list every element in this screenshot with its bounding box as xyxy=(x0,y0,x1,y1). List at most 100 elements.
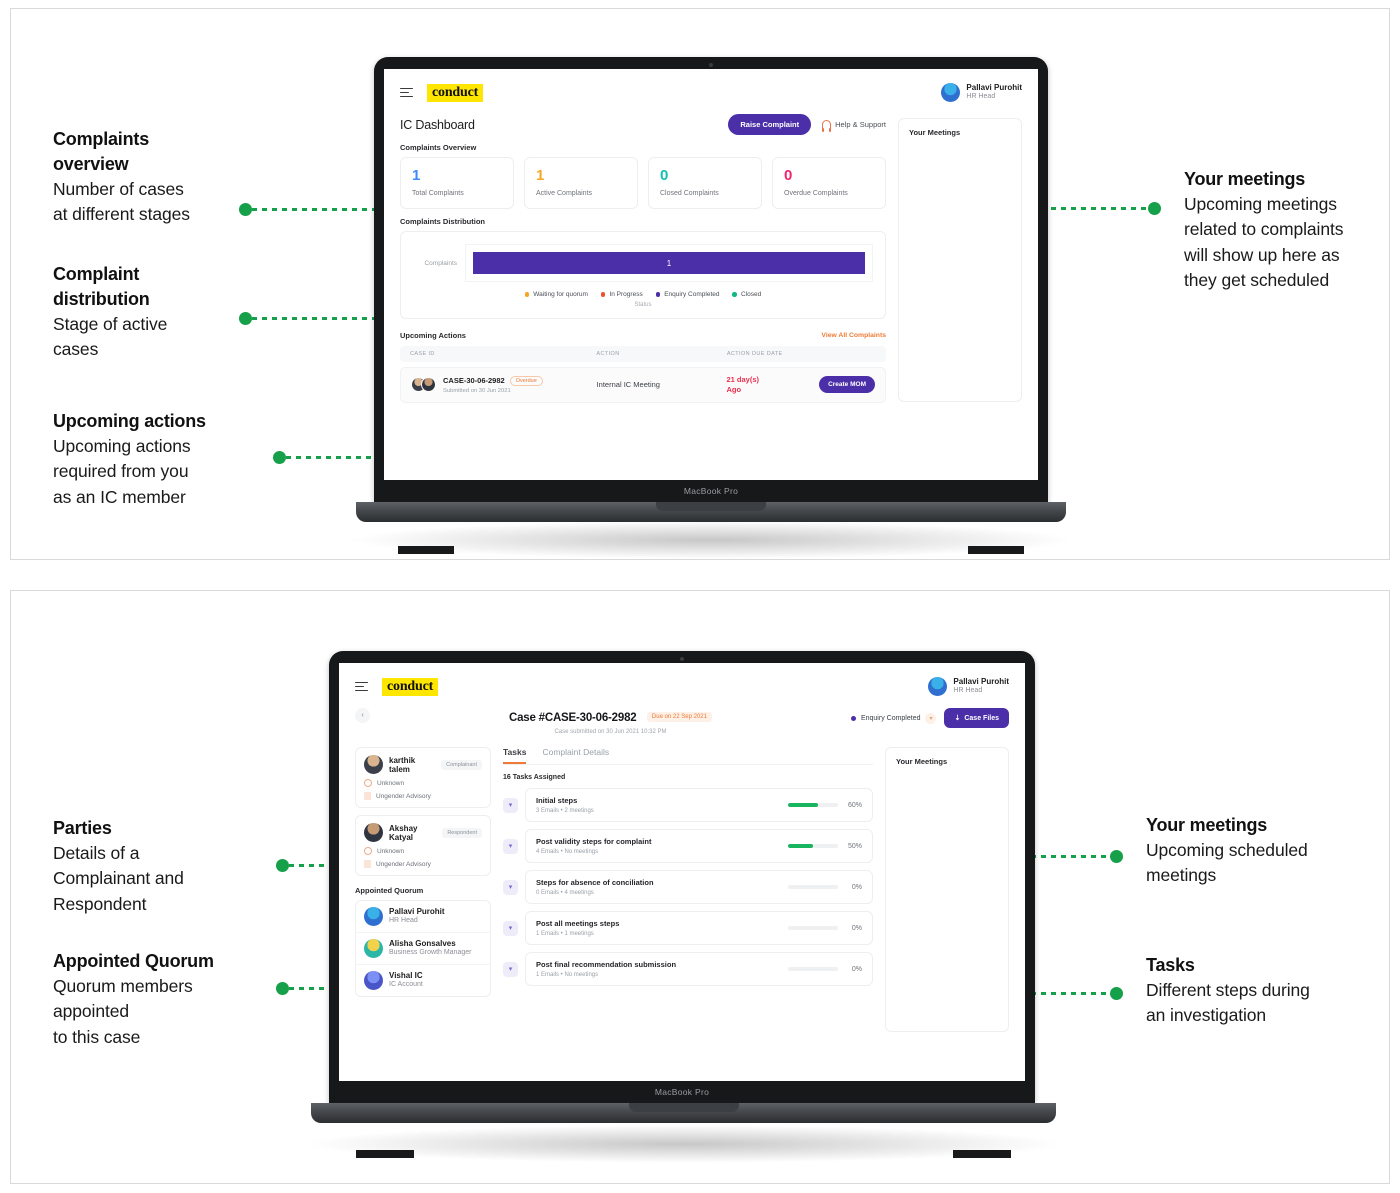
view-all-complaints-link[interactable]: View All Complaints xyxy=(821,332,886,339)
your-meetings-title: Your Meetings xyxy=(896,757,948,766)
menu-icon[interactable] xyxy=(400,87,413,98)
app-dashboard: conduct Pallavi Purohit HR Head IC Dashb… xyxy=(384,69,1038,480)
stat-caption: Overdue Complaints xyxy=(784,190,848,197)
status-dropdown[interactable]: Enquiry Completed ▾ xyxy=(850,712,937,724)
back-button[interactable]: ‹ xyxy=(355,708,370,723)
annotation-heading: Complaints xyxy=(53,129,150,149)
case-title-row: Case #CASE-30-06-2982 Due on 22 Sep 2021 xyxy=(380,708,841,726)
party-meta: Unknown xyxy=(364,847,482,855)
tab-bar: Tasks Complaint Details xyxy=(503,747,873,765)
app-topbar: conduct Pallavi Purohit HR Head xyxy=(355,677,1009,696)
party-meta-value: Unknown xyxy=(377,779,405,787)
laptop-notch xyxy=(656,502,766,511)
chevron-down-icon[interactable]: ▾ xyxy=(503,797,518,813)
leader-dot xyxy=(1110,849,1123,863)
party-card-complainant[interactable]: karthik talem Complainant Unknown Ungend xyxy=(355,747,491,808)
laptop-foot xyxy=(398,546,454,554)
stat-value: 0 xyxy=(660,167,669,184)
case-files-button[interactable]: ⇣ Case Files xyxy=(944,708,1009,728)
chevron-down-icon[interactable]: ▾ xyxy=(925,712,937,724)
task-name: Post all meetings steps xyxy=(536,919,620,928)
stat-card-overdue[interactable]: 0 Overdue Complaints xyxy=(772,157,886,209)
legend-label: Closed xyxy=(740,291,762,298)
brand-logo[interactable]: conduct xyxy=(382,677,439,696)
user-name: Pallavi Purohit xyxy=(966,83,1022,93)
avatar xyxy=(421,377,436,393)
laptop-base xyxy=(311,1103,1056,1123)
legend-label: Enquiry Completed xyxy=(664,291,720,298)
progress-bar xyxy=(788,885,838,889)
chevron-down-icon[interactable]: ▾ xyxy=(503,920,518,936)
create-mom-button[interactable]: Create MOM xyxy=(819,376,875,394)
case-detail-panel: Parties Details of a Complainant and Res… xyxy=(10,590,1390,1184)
chart-legend: Waiting for quorum In Progress Enquiry C… xyxy=(413,291,873,298)
user-profile[interactable]: Pallavi Purohit HR Head xyxy=(941,83,1022,102)
legend-item-closed[interactable]: Closed xyxy=(732,291,761,298)
chart-bar-enquiry-completed[interactable]: 1 xyxy=(473,252,865,274)
chart-xlabel: Status xyxy=(634,302,652,308)
task-meta: 1 Emails • No meetings xyxy=(536,972,599,978)
annotation-heading: Upcoming actions xyxy=(53,411,206,431)
party-card-respondent[interactable]: Akshay Katyal Respondent Unknown Ungende xyxy=(355,815,491,876)
list-item[interactable]: Vishal IC IC Account xyxy=(356,965,490,996)
task-percent: 0% xyxy=(851,965,862,973)
menu-icon[interactable] xyxy=(355,681,368,692)
task-row[interactable]: ▾ Post all meetings steps 1 Emails • 1 m… xyxy=(503,911,873,945)
annotation-body: Upcoming meetings xyxy=(1184,193,1337,214)
user-name: Pallavi Purohit xyxy=(953,677,1009,687)
chevron-down-icon[interactable]: ▾ xyxy=(503,961,518,977)
stat-card-closed[interactable]: 0 Closed Complaints xyxy=(648,157,762,209)
party-meta: Unknown xyxy=(364,779,482,787)
task-row[interactable]: ▾ Post validity steps for complaint 4 Em… xyxy=(503,829,873,863)
chevron-down-icon[interactable]: ▾ xyxy=(503,879,518,895)
brand-logo[interactable]: conduct xyxy=(427,83,484,102)
annotation-body: related to complaints xyxy=(1184,219,1344,240)
your-meetings-panel: Your Meetings xyxy=(898,118,1022,402)
tasks-column: Tasks Complaint Details 16 Tasks Assigne… xyxy=(503,747,873,1032)
user-role: HR Head xyxy=(953,687,983,695)
annotation-heading: Appointed Quorum xyxy=(53,951,214,971)
legend-label: Waiting for quorum xyxy=(533,291,588,298)
list-item[interactable]: Alisha Gonsalves Business Growth Manager xyxy=(356,933,490,965)
upcoming-actions-label: Upcoming Actions xyxy=(400,331,466,340)
leader-dot xyxy=(1110,986,1123,1000)
user-circle-icon xyxy=(364,779,372,787)
annotation-heading: Parties xyxy=(53,818,112,838)
legend-item-enquiry-completed[interactable]: Enquiry Completed xyxy=(655,291,720,298)
stat-cards: 1 Total Complaints 1 Active Complaints 0… xyxy=(400,157,886,209)
task-row[interactable]: ▾ Steps for absence of conciliation 0 Em… xyxy=(503,870,873,904)
stat-card-total[interactable]: 1 Total Complaints xyxy=(400,157,514,209)
quorum-role: Business Growth Manager xyxy=(389,949,472,957)
party-meta: Ungender Advisory xyxy=(364,860,482,868)
headset-icon xyxy=(821,120,832,132)
table-row[interactable]: CASE-30-06-2982 Overdue Submitted on 30 … xyxy=(400,367,886,403)
case-id: CASE-30-06-2982 xyxy=(443,376,505,386)
page-title: IC Dashboard xyxy=(400,117,475,132)
avatar xyxy=(364,755,383,774)
chevron-down-icon[interactable]: ▾ xyxy=(503,838,518,854)
annotation-your-meetings-2: Your meetings Upcoming scheduled meeting… xyxy=(1146,813,1356,889)
your-meetings-title: Your Meetings xyxy=(909,128,961,137)
tab-tasks[interactable]: Tasks xyxy=(503,747,527,764)
task-row[interactable]: ▾ Post final recommendation submission 1… xyxy=(503,952,873,986)
user-profile[interactable]: Pallavi Purohit HR Head xyxy=(928,677,1009,696)
complaints-distribution-label: Complaints Distribution xyxy=(400,217,485,226)
quorum-name: Pallavi Purohit xyxy=(389,907,445,917)
device-label: MacBook Pro xyxy=(683,486,739,496)
action-text: Internal IC Meeting xyxy=(596,380,660,390)
column-header-case-id: CASE ID xyxy=(410,351,435,357)
help-support-link[interactable]: Help & Support xyxy=(821,120,886,132)
avatar xyxy=(364,823,383,842)
tab-complaint-details[interactable]: Complaint Details xyxy=(542,747,609,764)
stat-caption: Closed Complaints xyxy=(660,190,719,197)
legend-item-in-progress[interactable]: In Progress xyxy=(600,291,643,298)
raise-complaint-button[interactable]: Raise Complaint xyxy=(728,114,812,135)
leader-dot xyxy=(239,311,252,325)
stat-card-active[interactable]: 1 Active Complaints xyxy=(524,157,638,209)
laptop-foot xyxy=(968,546,1024,554)
leader-dot xyxy=(276,858,289,872)
list-item[interactable]: Pallavi Purohit HR Head xyxy=(356,901,490,933)
device-shadow xyxy=(346,521,1076,559)
task-row[interactable]: ▾ Initial steps 3 Emails • 2 meetings 60… xyxy=(503,788,873,822)
legend-item-waiting[interactable]: Waiting for quorum xyxy=(524,291,588,298)
